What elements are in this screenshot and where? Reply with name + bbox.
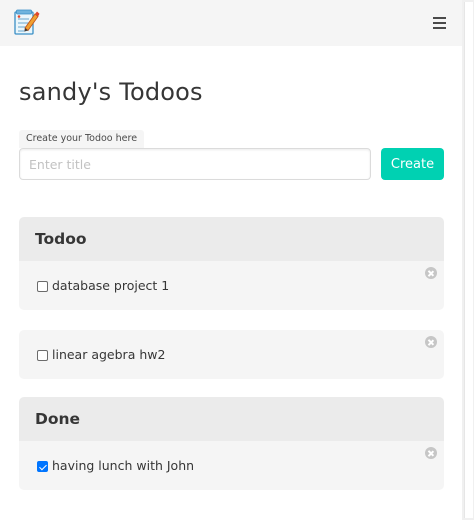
todo-item-checkbox[interactable]: [37, 350, 48, 361]
todo-item-label: database project 1: [52, 278, 170, 293]
page-title: sandy's Todoos: [19, 78, 203, 106]
todo-item-label: linear agebra hw2: [52, 347, 166, 362]
hamburger-menu-icon[interactable]: [431, 14, 451, 30]
done-item-label: having lunch with John: [52, 458, 195, 473]
notepad-pencil-logo-icon[interactable]: [12, 8, 40, 38]
create-button[interactable]: Create: [381, 148, 444, 180]
scrollbar[interactable]: [462, 0, 474, 520]
todo-section-heading: Todoo: [19, 217, 444, 261]
title-input[interactable]: [19, 148, 371, 180]
todo-item-checkbox[interactable]: [37, 281, 48, 292]
close-circle-icon[interactable]: [425, 447, 437, 459]
create-field-label: Create your Todoo here: [19, 130, 145, 148]
close-circle-icon[interactable]: [425, 267, 437, 279]
navbar: [0, 0, 462, 46]
done-section-heading: Done: [19, 397, 444, 441]
scrollbar-thumb[interactable]: [464, 2, 473, 518]
done-item-checkbox[interactable]: [37, 461, 48, 472]
close-circle-icon[interactable]: [425, 336, 437, 348]
todo-item: linear agebra hw2: [19, 330, 444, 379]
done-item: having lunch with John: [19, 441, 444, 490]
todo-item: database project 1: [19, 261, 444, 310]
